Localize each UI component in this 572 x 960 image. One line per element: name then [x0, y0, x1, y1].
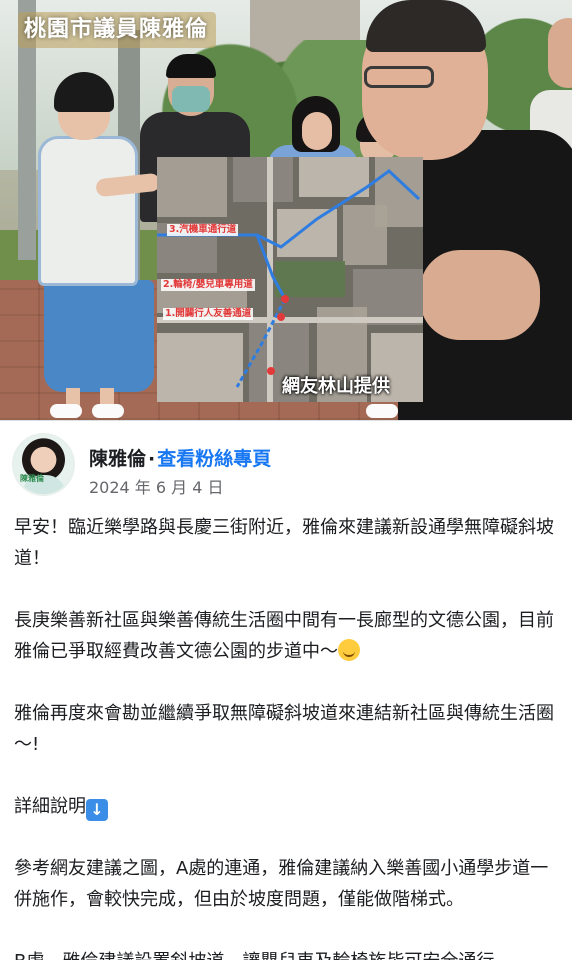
post-paragraph: 參考網友建議之圖，A處的連通，雅倫建議納入樂善國小通學步道一併施作，會較快完成，…	[14, 858, 549, 910]
post-date[interactable]: 2024 年 6 月 4 日	[89, 474, 224, 498]
post-paragraph: B處，雅倫建議設置斜坡道，讓嬰兒車及輪椅族皆可安全通行。	[14, 946, 562, 960]
author-name[interactable]: 陳雅倫	[89, 448, 146, 470]
separator: ·	[148, 448, 156, 470]
divider	[0, 420, 572, 421]
post-paragraph: 雅倫再度來會勘並繼續爭取無障礙斜坡道來連結新社區與傳統生活圈～!	[14, 703, 554, 755]
post-paragraph-text: 長庚樂善新社區與樂善傳統生活圈中間有一長廊型的文德公園，目前雅倫已爭取經費改善文…	[14, 610, 554, 662]
post-paragraph-text: 詳細說明	[14, 796, 86, 817]
author-avatar[interactable]: 陳雅倫	[12, 433, 75, 496]
view-fan-page-link[interactable]: 查看粉絲專頁	[157, 448, 271, 470]
photo-shoe	[366, 404, 398, 418]
photo-shoe	[92, 404, 124, 418]
map-label-vehicle-road: 3.汽機車通行道	[167, 224, 239, 236]
route-map-inset: 3.汽機車通行道 2.輪椅/嬰兒車專用道 1.開闢行人友善通道	[157, 157, 423, 402]
avatar-caption: 陳雅倫	[20, 474, 44, 483]
map-label-wheelchair-path: 2.輪椅/嬰兒車專用道	[161, 279, 255, 291]
post-photo[interactable]: 桃園市議員陳雅倫 3.汽機車通行道 2.輪椅/嬰兒車專用道 1.開闢行人友善通道…	[0, 0, 572, 420]
post-paragraph: 詳細說明 ↓	[14, 791, 562, 822]
photo-shoe	[50, 404, 82, 418]
map-credit: 網友林山提供	[282, 376, 390, 397]
down-arrow-icon: ↓	[86, 799, 108, 821]
photo-title-overlay: 桃園市議員陳雅倫	[18, 12, 217, 48]
post-author-line: 陳雅倫 · 查看粉絲專頁	[89, 444, 271, 471]
smiling-face-icon	[338, 639, 360, 661]
map-label-pedestrian-path: 1.開闢行人友善通道	[163, 308, 254, 320]
post-paragraph: 長庚樂善新社區與樂善傳統生活圈中間有一長廊型的文德公園，目前雅倫已爭取經費改善文…	[14, 605, 562, 667]
post-body: 早安！臨近樂學路與長慶三街附近，雅倫來建議新設通學無障礙斜坡道！ 長庚樂善新社區…	[14, 512, 562, 960]
post-paragraph: 早安！臨近樂學路與長慶三街附近，雅倫來建議新設通學無障礙斜坡道！	[14, 517, 554, 569]
